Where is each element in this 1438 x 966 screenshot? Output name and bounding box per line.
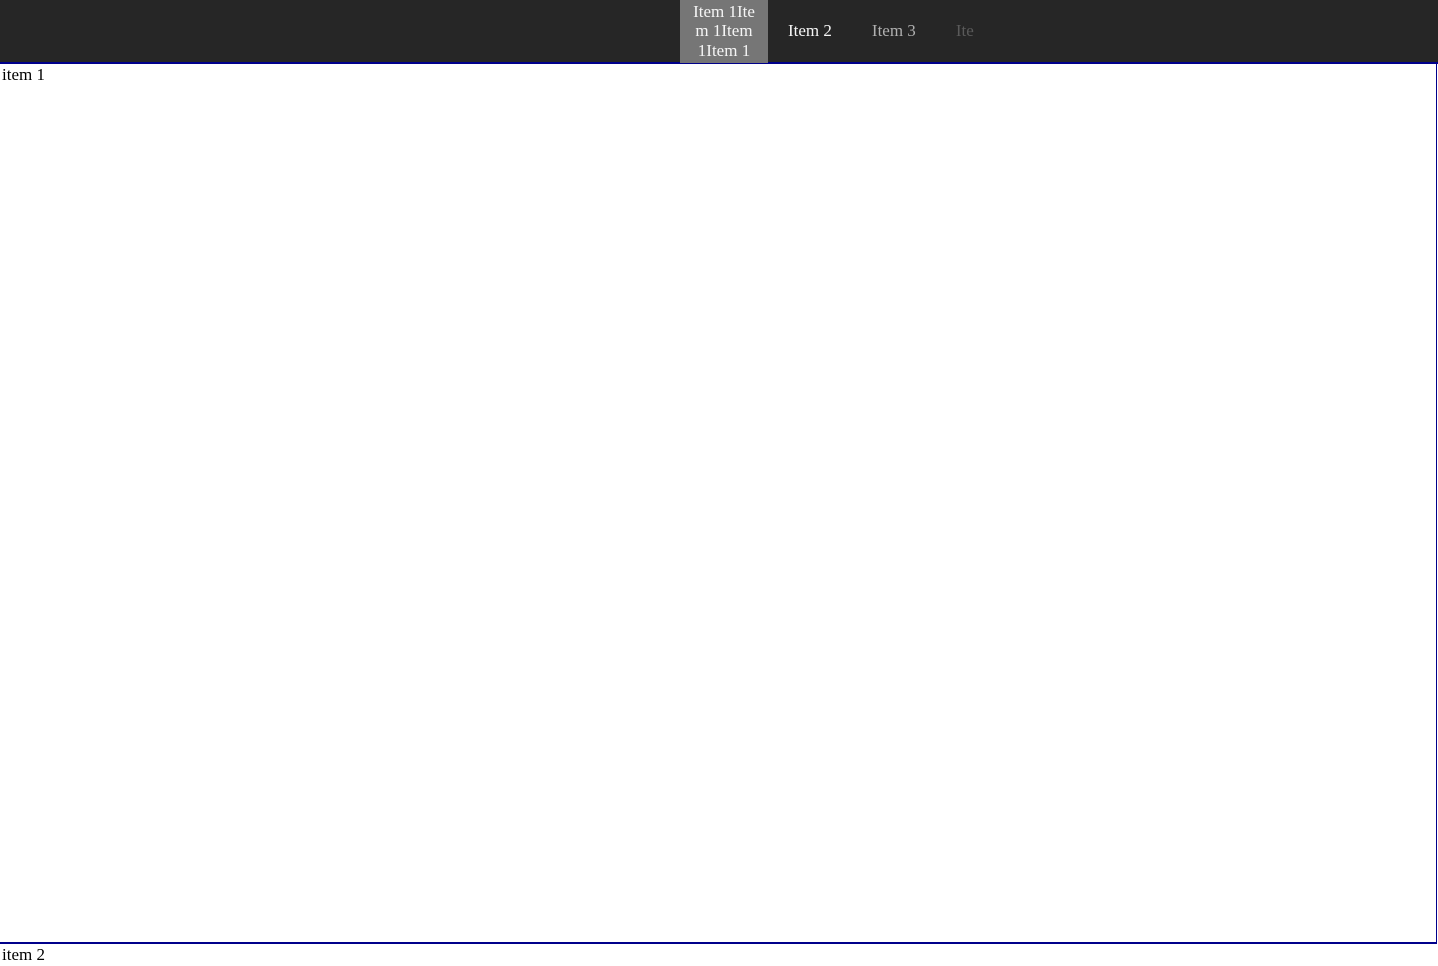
content-section-2: item 2 (0, 944, 1437, 966)
section-2-label: item 2 (0, 944, 1437, 966)
navbar: Item 1Item 1Item 1Item 1 Item 2 Item 3 I… (0, 0, 1438, 64)
content-section-1: item 1 (0, 64, 1437, 944)
nav-item-4[interactable]: Ite (936, 0, 994, 63)
nav-item-1[interactable]: Item 1Item 1Item 1Item 1 (680, 0, 768, 63)
nav-item-2[interactable]: Item 2 (768, 0, 852, 63)
section-1-label: item 1 (0, 64, 1436, 86)
nav-item-3[interactable]: Item 3 (852, 0, 936, 63)
